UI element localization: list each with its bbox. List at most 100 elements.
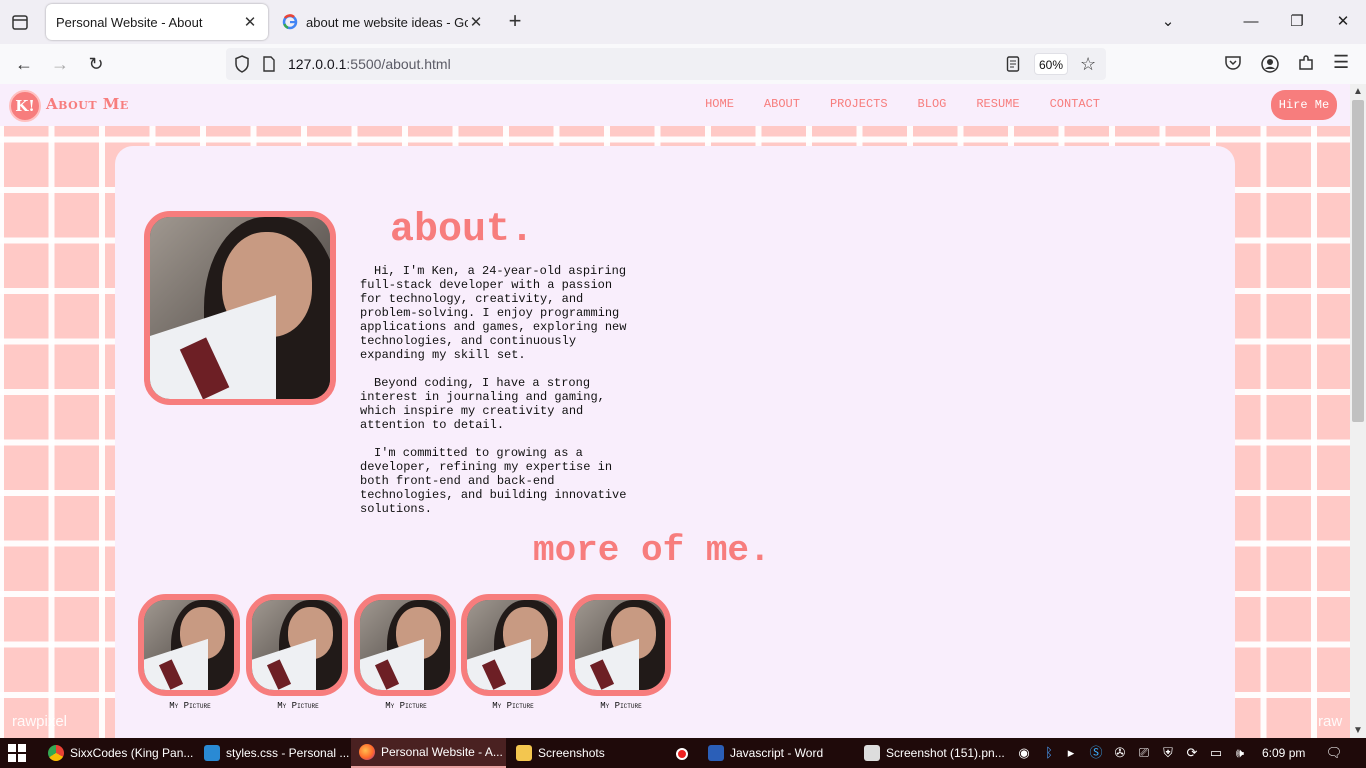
back-arrow-icon[interactable]: ← xyxy=(11,52,37,76)
folder-icon xyxy=(516,745,532,761)
more-of-me-heading: more of me. xyxy=(533,530,771,571)
volume-icon[interactable]: 🕪 xyxy=(1230,738,1250,768)
taskbar-item-firefox[interactable]: Personal Website - A... xyxy=(351,738,506,768)
gallery-photo[interactable] xyxy=(138,594,240,696)
system-clock[interactable]: 6:09 pm xyxy=(1262,738,1305,768)
gallery-caption: My Picture xyxy=(169,701,211,711)
restore-button[interactable]: ❐ xyxy=(1282,10,1312,34)
menu-hamburger-icon[interactable]: ☰ xyxy=(1333,52,1349,73)
nav-contact[interactable]: CONTACT xyxy=(1050,97,1100,111)
tab-list-icon xyxy=(12,15,28,30)
taskbar-item-label: Screenshot (151).pn... xyxy=(886,746,1005,760)
about-text: Hi, I'm Ken, a 24-year-old aspiring full… xyxy=(360,264,640,530)
tab-personal-website[interactable]: Personal Website - About ✕ xyxy=(46,4,268,40)
skype-icon[interactable]: Ⓢ xyxy=(1086,738,1106,768)
taskbar-item-photos[interactable]: Screenshot (151).pn... xyxy=(856,738,1006,768)
scroll-up-arrow-icon[interactable]: ▲ xyxy=(1350,86,1366,97)
watermark-text-right: raw xyxy=(1318,713,1343,730)
gallery-photo[interactable] xyxy=(354,594,456,696)
nav-resume[interactable]: RESUME xyxy=(976,97,1019,111)
about-paragraph: Beyond coding, I have a strong interest … xyxy=(360,376,605,432)
taskbar-item-word[interactable]: Javascript - Word xyxy=(700,738,856,768)
gallery-caption: My Picture xyxy=(492,701,534,711)
gallery-photo[interactable] xyxy=(461,594,563,696)
nav-projects[interactable]: PROJECTS xyxy=(830,97,888,111)
url-text[interactable]: 127.0.0.1:5500/about.html xyxy=(288,56,451,72)
nav-blog[interactable]: BLOG xyxy=(918,97,947,111)
close-tab-icon[interactable]: ✕ xyxy=(242,13,258,31)
gallery-caption: My Picture xyxy=(385,701,427,711)
nav-about[interactable]: ABOUT xyxy=(764,97,800,111)
taskbar: SixxCodes (King Pan... styles.css - Pers… xyxy=(0,738,1366,768)
gallery-item[interactable]: My Picture xyxy=(354,594,458,711)
chrome-icon xyxy=(48,745,64,761)
firefox-icon xyxy=(359,744,375,760)
about-paragraph: Hi, I'm Ken, a 24-year-old aspiring full… xyxy=(360,264,627,362)
site-header: K! About Me HOME ABOUT PROJECTS BLOG RES… xyxy=(0,84,1350,126)
tab-title: about me website ideas - Googl xyxy=(306,14,468,30)
scroll-down-arrow-icon[interactable]: ▼ xyxy=(1350,725,1366,736)
browser-nav-bar: ← → ↻ 127.0.0.1:5500/about.html 60% ☆ ☰ xyxy=(0,44,1366,84)
forward-arrow-icon[interactable]: → xyxy=(47,52,73,76)
tab-list-button[interactable] xyxy=(8,10,32,34)
pocket-icon[interactable] xyxy=(1224,54,1242,77)
taskbar-item-vscode[interactable]: styles.css - Personal ... xyxy=(196,738,350,768)
steam-icon[interactable]: ◉ xyxy=(1014,738,1034,768)
gallery-photo[interactable] xyxy=(246,594,348,696)
reader-view-icon[interactable] xyxy=(1006,56,1020,77)
gallery-photo[interactable] xyxy=(569,594,671,696)
taskbar-item-folder[interactable]: Screenshots xyxy=(508,738,664,768)
taskbar-item-chrome[interactable]: SixxCodes (King Pan... xyxy=(40,738,196,768)
reload-icon[interactable]: ↻ xyxy=(83,52,109,76)
notifications-icon[interactable]: 🗨 xyxy=(1322,738,1346,768)
address-bar[interactable]: 127.0.0.1:5500/about.html 60% ☆ xyxy=(226,48,1106,80)
account-icon[interactable] xyxy=(1260,54,1280,79)
security-icon[interactable]: ⛨ xyxy=(1158,738,1178,768)
shield-icon[interactable] xyxy=(234,55,250,78)
tray-arrow-icon[interactable]: ▸ xyxy=(1062,738,1080,768)
google-icon xyxy=(282,14,298,30)
about-card: about. Hi, I'm Ken, a 24-year-old aspiri… xyxy=(115,146,1235,738)
close-tab-icon[interactable]: ✕ xyxy=(468,13,484,31)
watermark-text: rawpixel xyxy=(12,713,68,730)
scrollbar-thumb[interactable] xyxy=(1352,100,1364,422)
hire-me-button[interactable]: Hire Me xyxy=(1271,90,1337,120)
gallery-caption: My Picture xyxy=(277,701,319,711)
page-scrollbar[interactable]: ▲ ▼ xyxy=(1350,84,1366,738)
gallery-item[interactable]: My Picture xyxy=(461,594,565,711)
taskbar-item-label: styles.css - Personal ... xyxy=(226,746,350,760)
url-path: :5500/about.html xyxy=(346,56,451,72)
site-logo[interactable]: K! xyxy=(9,90,41,122)
gallery-item[interactable]: My Picture xyxy=(569,594,673,711)
page-viewport: K! About Me HOME ABOUT PROJECTS BLOG RES… xyxy=(0,84,1350,738)
gallery-caption: My Picture xyxy=(600,701,642,711)
photos-icon xyxy=(864,745,880,761)
tab-overflow-chevron-icon[interactable]: ⌄ xyxy=(1153,10,1183,34)
gallery-item[interactable]: My Picture xyxy=(246,594,350,711)
profile-photo xyxy=(144,211,336,405)
word-icon xyxy=(708,745,724,761)
extensions-icon[interactable] xyxy=(1297,54,1315,77)
page-info-icon[interactable] xyxy=(262,56,276,77)
vscode-icon xyxy=(204,745,220,761)
bookmark-star-icon[interactable]: ☆ xyxy=(1080,54,1096,75)
gallery-item[interactable]: My Picture xyxy=(138,594,242,711)
tab-google-search[interactable]: about me website ideas - Googl ✕ xyxy=(272,4,494,40)
update-icon[interactable]: ⟳ xyxy=(1182,738,1202,768)
bluetooth-icon[interactable]: ᛒ xyxy=(1040,738,1058,768)
zoom-level-badge[interactable]: 60% xyxy=(1034,53,1068,75)
camera-icon[interactable]: ⎚ xyxy=(1134,738,1154,768)
site-brand[interactable]: About Me xyxy=(46,95,129,113)
network-icon[interactable]: ▭ xyxy=(1206,738,1226,768)
site-nav: HOME ABOUT PROJECTS BLOG RESUME CONTACT xyxy=(675,97,1100,111)
new-tab-button[interactable]: + xyxy=(504,10,526,34)
windows-start-icon[interactable] xyxy=(8,744,26,762)
record-icon[interactable] xyxy=(672,738,692,768)
profile-photo-image xyxy=(150,217,330,399)
tools-icon[interactable]: ✇ xyxy=(1110,738,1130,768)
minimize-button[interactable]: — xyxy=(1236,10,1266,34)
nav-home[interactable]: HOME xyxy=(705,97,734,111)
tab-title: Personal Website - About xyxy=(56,14,203,30)
close-window-button[interactable]: ✕ xyxy=(1328,10,1358,34)
url-host: 127.0.0.1 xyxy=(288,56,347,72)
